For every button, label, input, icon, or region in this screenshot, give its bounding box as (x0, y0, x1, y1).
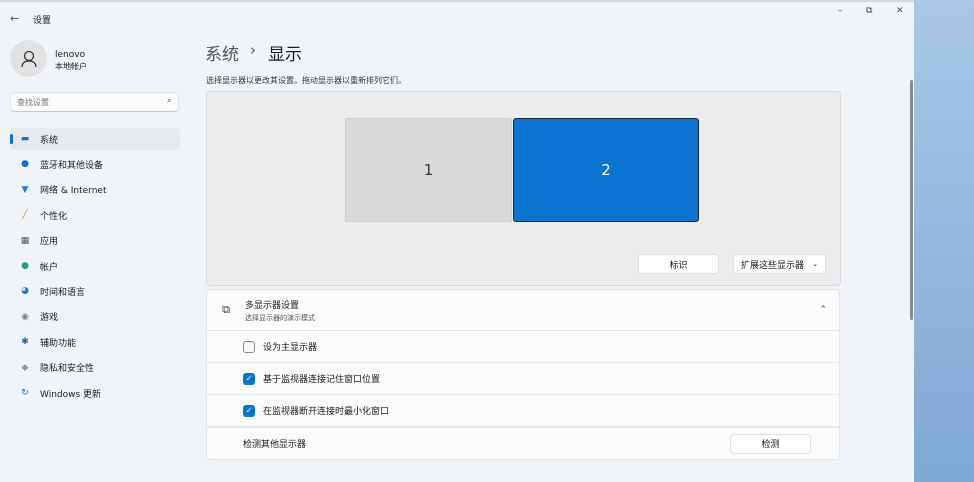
sidebar-item[interactable]: ● 蓝牙和其他设备 (10, 153, 180, 175)
option-label: 在监视器断开连接时最小化窗口 (263, 407, 390, 417)
update-icon: ↻ (21, 388, 29, 398)
monitor-1[interactable]: 1 (345, 118, 512, 222)
monitor-2[interactable]: 2 (513, 118, 699, 222)
page-title: 显示 (268, 45, 302, 65)
minimize-button[interactable]: – (838, 6, 843, 16)
account-type: 本地帐户 (55, 62, 87, 71)
window-top-border (0, 0, 914, 2)
sidebar-item[interactable]: ◉ 游戏 (10, 306, 180, 328)
detect-row: 检测其他显示器 检测 (206, 427, 840, 460)
sidebar-item-label: 辅助功能 (40, 338, 77, 349)
sidebar-item-label: 帐户 (40, 262, 59, 273)
apps-icon: ▦ (20, 235, 30, 246)
checkbox[interactable] (243, 340, 255, 353)
search-input[interactable]: ⌕ (10, 92, 179, 112)
selection-indicator (10, 134, 13, 144)
sidebar-item-label: 系统 (40, 135, 59, 146)
sidebar-item[interactable]: ◕ 时间和语言 (10, 280, 180, 302)
chevron-down-icon: ⌄ (812, 260, 818, 268)
person-icon (20, 50, 37, 67)
option-label: 基于监视器连接记住窗口位置 (263, 375, 381, 385)
multi-display-subtitle: 选择显示器的演示模式 (245, 313, 315, 322)
globe-clock-icon: ◕ (21, 286, 29, 297)
multi-display-header[interactable]: ⧉ 多显示器设置选择显示器的演示模式 ⌃ (206, 289, 840, 331)
identify-button[interactable]: 标识 (638, 254, 719, 274)
bluetooth-icon: ● (21, 159, 29, 170)
option-row: ✓ 基于监视器连接记住窗口位置 (206, 363, 840, 395)
sidebar-item[interactable]: ▬ 系统 (10, 128, 180, 150)
sidebar-item[interactable]: ╱ 个性化 (10, 204, 180, 226)
window-title: 设置 (33, 16, 52, 26)
close-button[interactable]: ✕ (896, 6, 904, 16)
gamepad-icon: ◉ (21, 311, 29, 322)
option-label: 设为主显示器 (263, 343, 318, 353)
option-row: 设为主显示器 (206, 331, 840, 363)
sidebar-item-label: 游戏 (40, 313, 59, 324)
checkbox[interactable]: ✓ (243, 372, 255, 385)
back-button[interactable]: ← (10, 12, 19, 25)
shield-icon: ◆ (21, 362, 29, 373)
account-icon: ● (21, 261, 29, 271)
breadcrumb-parent[interactable]: 系统 (205, 40, 239, 65)
chevron-up-icon[interactable]: ⌃ (819, 305, 827, 315)
desktop-background (914, 0, 974, 482)
sidebar-item[interactable]: ▦ 应用 (10, 230, 180, 252)
sidebar-item[interactable]: ◆ 隐私和安全性 (10, 357, 180, 379)
accessibility-icon: ✱ (21, 337, 29, 348)
brush-icon: ╱ (22, 210, 28, 221)
avatar[interactable] (10, 40, 47, 77)
sidebar-item-label: 网络 & Internet (40, 186, 107, 197)
breadcrumb-separator: › (250, 41, 256, 59)
scrollbar[interactable] (910, 80, 913, 320)
multi-display-title: 多显示器设置 (245, 300, 300, 311)
sidebar-item[interactable]: ↻ Windows 更新 (10, 382, 180, 404)
checkbox[interactable]: ✓ (243, 404, 255, 417)
multi-monitor-icon: ⧉ (222, 303, 230, 316)
sidebar-item-label: 时间和语言 (40, 287, 86, 298)
sidebar-item-label: Windows 更新 (40, 389, 102, 400)
search-icon: ⌕ (166, 96, 172, 106)
sidebar-item-label: 个性化 (40, 211, 68, 222)
extend-displays-dropdown[interactable]: 扩展这些显示器 ⌄ (733, 254, 826, 274)
restore-button[interactable]: ⧉ (866, 6, 872, 16)
wifi-icon: ▼ (21, 184, 29, 195)
sidebar-item-label: 蓝牙和其他设备 (40, 160, 104, 171)
extend-label: 扩展这些显示器 (741, 260, 805, 271)
monitor-icon: ▬ (20, 134, 30, 144)
detect-label: 检测其他显示器 (243, 440, 307, 450)
sidebar-item[interactable]: ● 帐户 (10, 255, 180, 277)
option-row: ✓ 在监视器断开连接时最小化窗口 (206, 395, 840, 427)
sidebar-item[interactable]: ▼ 网络 & Internet (10, 179, 180, 201)
arrange-hint: 选择显示器以更改其设置。拖动显示器以重新排列它们。 (206, 76, 406, 85)
sidebar-item[interactable]: ✱ 辅助功能 (10, 331, 180, 353)
user-name: lenovo (55, 50, 86, 60)
search-field[interactable] (11, 93, 151, 111)
sidebar-item-label: 应用 (40, 237, 59, 248)
sidebar-item-label: 隐私和安全性 (40, 364, 95, 375)
detect-button[interactable]: 检测 (730, 433, 811, 454)
